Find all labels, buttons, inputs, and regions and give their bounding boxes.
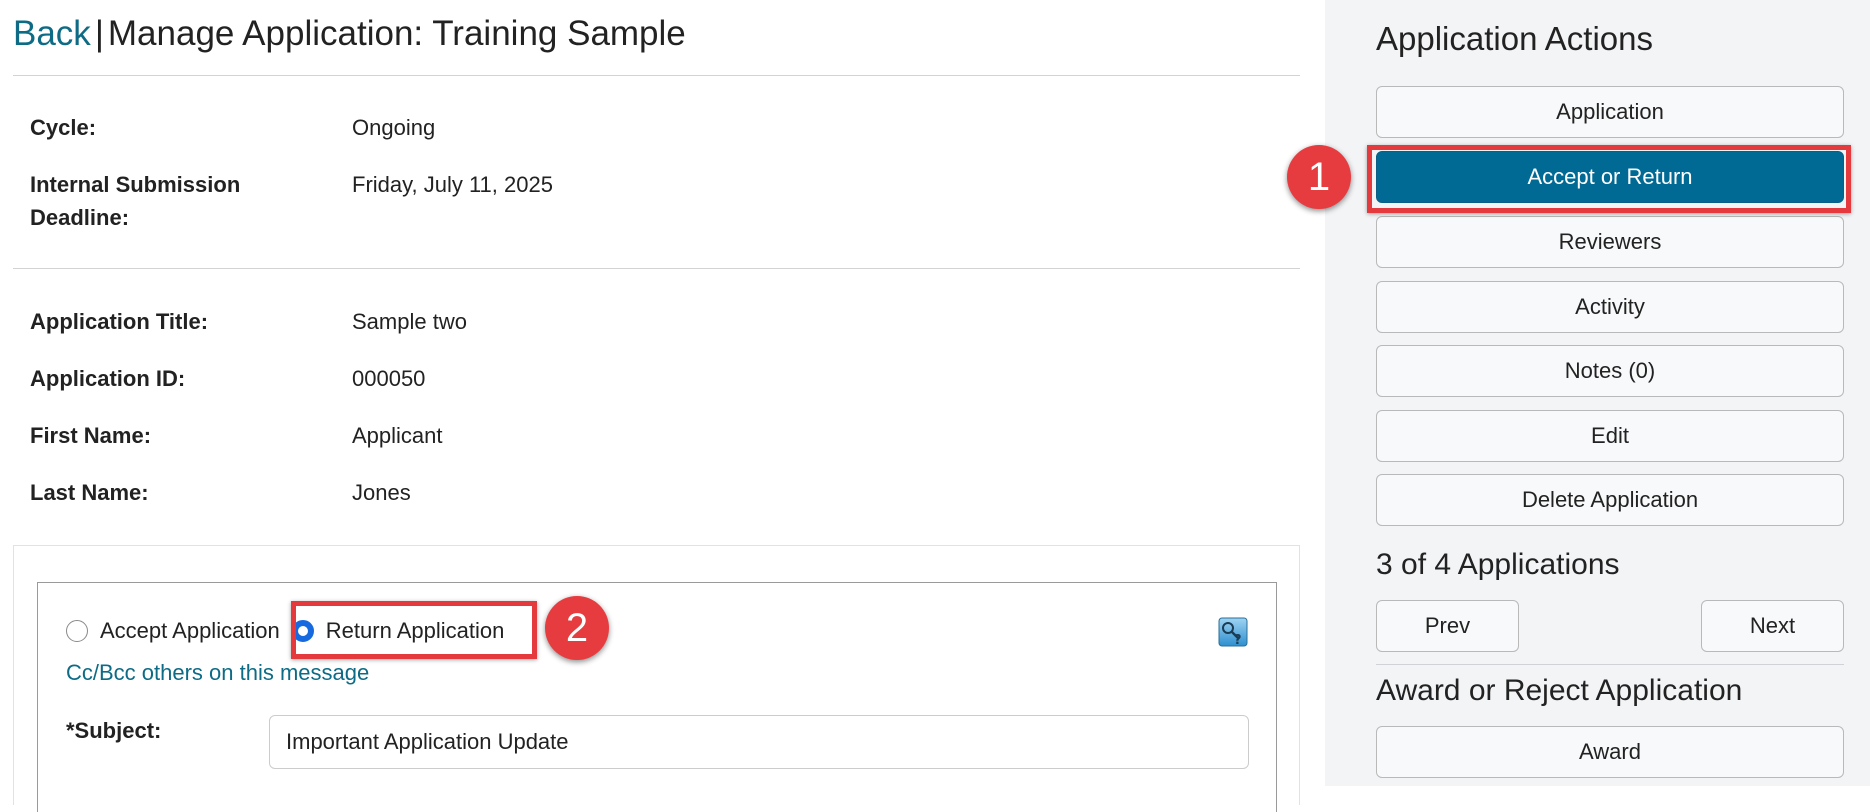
divider [13, 268, 1300, 269]
actions-heading: Application Actions [1376, 20, 1654, 57]
subject-input[interactable]: Important Application Update [269, 715, 1249, 769]
prev-button[interactable]: Prev [1376, 600, 1519, 652]
callout-highlight-2 [291, 601, 537, 659]
accept-radio-label[interactable]: Accept Application [100, 618, 280, 644]
next-button[interactable]: Next [1701, 600, 1844, 652]
page-title-row: Back | Manage Application: Training Sample [13, 12, 686, 56]
app-title-value: Sample two [352, 309, 467, 334]
subject-label: *Subject: [66, 718, 162, 743]
callout-badge-1: 1 [1287, 145, 1351, 209]
title-separator: | [94, 14, 104, 53]
deadline-label-line1: Internal Submission [30, 172, 241, 197]
paging-heading: 3 of 4 Applications [1376, 548, 1620, 581]
help-icon[interactable]: ? [1218, 617, 1248, 647]
deadline-label-line2: Deadline: [30, 205, 130, 230]
award-button[interactable]: Award [1376, 726, 1844, 778]
deadline-value: Friday, July 11, 2025 [352, 172, 553, 197]
app-id-value: 000050 [352, 366, 426, 391]
page-title: Manage Application: Training Sample [107, 14, 686, 53]
notes-button[interactable]: Notes (0) [1376, 345, 1844, 397]
back-link[interactable]: Back [13, 14, 91, 53]
application-button[interactable]: Application [1376, 86, 1844, 138]
delete-application-button[interactable]: Delete Application [1376, 474, 1844, 526]
award-heading: Award or Reject Application [1376, 674, 1743, 707]
last-name-value: Jones [352, 480, 411, 505]
first-name-value: Applicant [352, 423, 443, 448]
app-title-label: Application Title: [30, 309, 209, 334]
sidebar-divider [1376, 664, 1844, 665]
reviewers-button[interactable]: Reviewers [1376, 216, 1844, 268]
svg-text:?: ? [1234, 633, 1242, 647]
app-id-label: Application ID: [30, 366, 186, 391]
cycle-value: Ongoing [352, 115, 436, 140]
first-name-label: First Name: [30, 423, 152, 448]
edit-button[interactable]: Edit [1376, 410, 1844, 462]
activity-button[interactable]: Activity [1376, 281, 1844, 333]
callout-highlight-1 [1367, 145, 1851, 213]
accept-radio[interactable] [66, 620, 88, 642]
last-name-label: Last Name: [30, 480, 149, 505]
divider [13, 75, 1300, 76]
cycle-label: Cycle: [30, 115, 97, 140]
callout-badge-2: 2 [545, 596, 609, 660]
cc-bcc-link[interactable]: Cc/Bcc others on this message [66, 660, 369, 686]
